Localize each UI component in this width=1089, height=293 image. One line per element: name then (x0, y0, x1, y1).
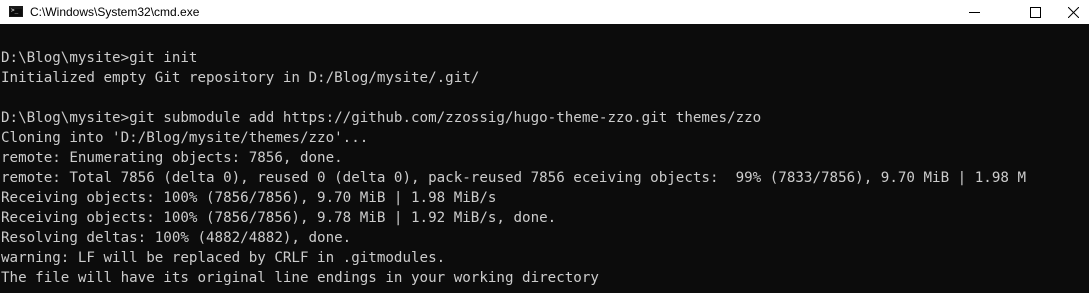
minimize-button[interactable] (951, 0, 997, 24)
console-line: remote: Enumerating objects: 7856, done. (1, 150, 343, 166)
console-line: Resolving deltas: 100% (4882/4882), done… (1, 230, 352, 246)
minimize-icon (969, 12, 980, 13)
close-button[interactable] (1050, 0, 1089, 24)
maximize-icon (1030, 7, 1041, 18)
console-line: D:\Blog\mysite>git init (1, 50, 198, 66)
console-line: remote: Total 7856 (delta 0), reused 0 (… (1, 170, 1026, 186)
console-line: Receiving objects: 100% (7856/7856), 9.7… (1, 190, 497, 206)
cmd-window: >_ C:\Windows\System32\cmd.exe D:\Blog\m… (0, 0, 1089, 293)
console-line: Initialized empty Git repository in D:/B… (1, 70, 480, 86)
title-bar[interactable]: >_ C:\Windows\System32\cmd.exe (0, 0, 1089, 24)
console-line: warning: LF will be replaced by CRLF in … (1, 250, 446, 266)
console-line: Cloning into 'D:/Blog/mysite/themes/zzo'… (1, 130, 369, 146)
close-icon (1068, 7, 1079, 18)
console-line: D:\Blog\mysite>git submodule add https:/… (1, 110, 762, 126)
console-output[interactable]: D:\Blog\mysite>git init Initialized empt… (0, 30, 1089, 293)
window-title: C:\Windows\System32\cmd.exe (30, 5, 200, 19)
console-line: The file will have its original line end… (1, 270, 599, 286)
cmd-console-icon: >_ (9, 6, 23, 17)
console-line: Receiving objects: 100% (7856/7856), 9.7… (1, 210, 557, 226)
